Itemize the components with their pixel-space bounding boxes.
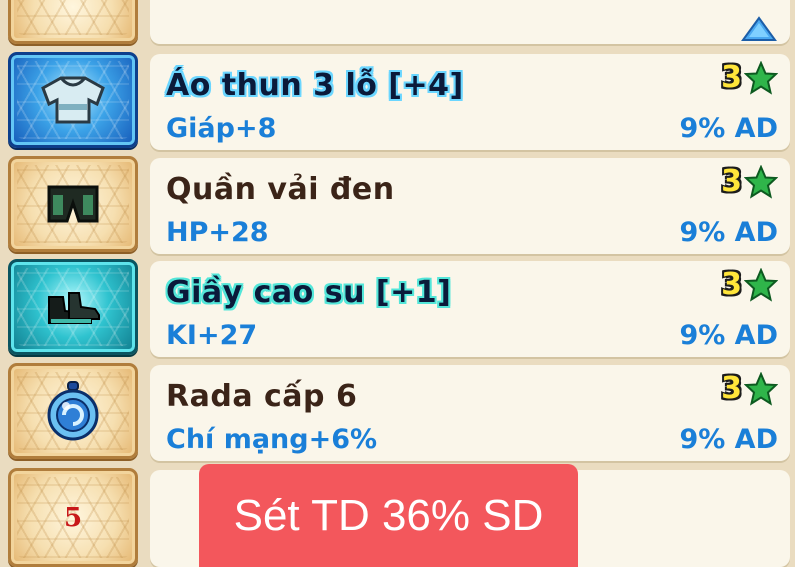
item-card: Giầy cao su [+1] 3 KI+27 9% AD <box>150 261 790 357</box>
star-count: 3 <box>721 60 742 95</box>
item-name: Giầy cao su [+1] <box>166 275 452 310</box>
shoes-icon <box>48 292 100 324</box>
item-card: Áo thun 3 lỗ [+4] 3 Giáp+8 9% AD <box>150 54 790 150</box>
star-count: 3 <box>721 371 742 406</box>
item-name: Quần vải đen <box>166 172 395 207</box>
star-icon <box>744 267 778 302</box>
item-stat: KI+27 <box>166 320 258 351</box>
item-slot[interactable] <box>8 363 138 459</box>
item-name: Áo thun 3 lỗ [+4] <box>166 68 464 103</box>
item-slot[interactable] <box>8 259 138 355</box>
item-card <box>150 0 790 44</box>
item-card: Quần vải đen 3 HP+28 9% AD <box>150 158 790 254</box>
star-rating: 3 <box>721 371 778 406</box>
list-row-partial-top <box>0 0 795 44</box>
star-rating: 3 <box>721 60 778 95</box>
star-rating: 3 <box>721 164 778 199</box>
list-item[interactable]: Áo thun 3 lỗ [+4] 3 Giáp+8 9% AD <box>0 52 795 152</box>
list-item[interactable]: Giầy cao su [+1] 3 KI+27 9% AD <box>0 259 795 359</box>
item-name: Rada cấp 6 <box>166 379 358 414</box>
equipment-panel: Áo thun 3 lỗ [+4] 3 Giáp+8 9% AD Quần vả… <box>0 0 795 567</box>
item-stat: Chí mạng+6% <box>166 424 378 455</box>
item-stat: HP+28 <box>166 217 269 248</box>
slot-number: 5 <box>63 502 83 533</box>
item-percent: 9% AD <box>679 424 778 455</box>
set-bonus-badge: Sét TD 36% SD <box>199 464 578 567</box>
item-slot[interactable] <box>8 156 138 252</box>
item-percent: 9% AD <box>679 320 778 351</box>
star-count: 3 <box>721 267 742 302</box>
radar-icon <box>47 381 99 441</box>
item-card: Rada cấp 6 3 Chí mạng+6% 9% AD <box>150 365 790 461</box>
item-slot[interactable] <box>8 52 138 148</box>
item-slot[interactable]: 5 <box>8 468 138 567</box>
item-percent: 9% AD <box>679 113 778 144</box>
set-bonus-text: Sét TD 36% SD <box>233 490 544 540</box>
shirt-icon <box>41 76 105 124</box>
star-count: 3 <box>721 164 742 199</box>
star-icon <box>744 60 778 95</box>
pants-icon <box>47 185 99 223</box>
list-item[interactable]: Quần vải đen 3 HP+28 9% AD <box>0 156 795 256</box>
list-item[interactable]: Rada cấp 6 3 Chí mạng+6% 9% AD <box>0 363 795 463</box>
item-stat: Giáp+8 <box>166 113 277 144</box>
triangle-up-icon <box>741 16 777 41</box>
scroll-up-button[interactable] <box>741 16 777 46</box>
item-slot[interactable] <box>8 0 138 44</box>
star-icon <box>744 164 778 199</box>
star-rating: 3 <box>721 267 778 302</box>
star-icon <box>744 371 778 406</box>
item-percent: 9% AD <box>679 217 778 248</box>
slot-hex-pattern <box>17 0 129 35</box>
